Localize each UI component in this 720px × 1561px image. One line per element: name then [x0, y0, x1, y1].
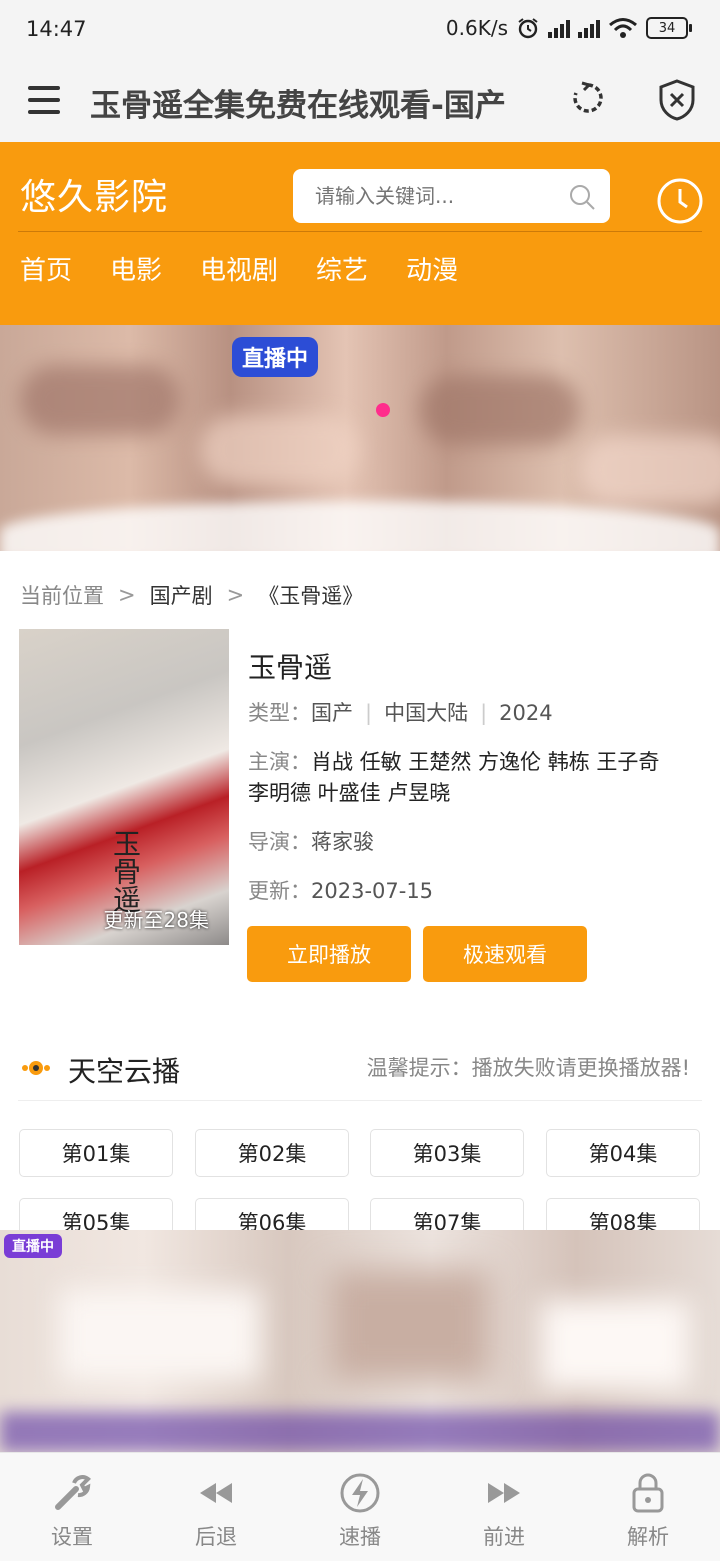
episode-button[interactable]: 第01集 — [19, 1129, 173, 1177]
director-value: 蒋家骏 — [311, 830, 374, 854]
updated-value: 2023-07-15 — [311, 879, 434, 903]
status-bar: 14:47 0.6K/s 34 — [0, 0, 720, 62]
shield-close-icon[interactable] — [656, 78, 698, 122]
hd-signal-icon — [578, 18, 600, 38]
episode-button[interactable]: 第02集 — [195, 1129, 349, 1177]
poster-calligraphy: 玉骨遥 — [109, 829, 142, 913]
toolbar-forward[interactable]: 前进 — [432, 1453, 576, 1561]
episode-button[interactable]: 第03集 — [370, 1129, 524, 1177]
source-dots-icon — [22, 1061, 50, 1075]
header-divider — [18, 231, 702, 232]
show-title: 玉骨遥 — [248, 651, 333, 684]
updated-label: 更新： — [248, 879, 311, 903]
nav-item-home[interactable]: 首页 — [20, 250, 72, 287]
poster-image[interactable]: 玉骨遥 更新至28集 — [19, 629, 229, 945]
page-title[interactable]: 玉骨遥全集免费在线观看-国产 — [90, 80, 550, 125]
episode-button[interactable]: 第04集 — [546, 1129, 700, 1177]
toolbar-label: 前进 — [483, 1525, 525, 1549]
forward-icon — [488, 1483, 520, 1503]
hd-signal-icon — [548, 18, 570, 38]
status-time: 14:47 — [26, 17, 87, 41]
search-icon[interactable] — [568, 183, 596, 211]
wifi-icon — [609, 18, 637, 38]
toolbar-label: 解析 — [627, 1525, 669, 1549]
live-badge: 直播中 — [232, 337, 319, 377]
top-ad-banner[interactable]: 直播中 — [0, 325, 720, 551]
history-clock-icon[interactable] — [656, 177, 704, 225]
breadcrumb-category[interactable]: 国产剧 — [150, 580, 213, 610]
menu-icon[interactable] — [28, 86, 60, 114]
back-icon — [200, 1483, 232, 1503]
updated-row: 更新：2023-07-15 — [248, 876, 433, 907]
site-header: 悠久影院 首页 电影 电视剧 综艺 动漫 — [0, 142, 720, 325]
toolbar-speed-play[interactable]: 速播 — [288, 1453, 432, 1561]
section-divider — [18, 1100, 702, 1101]
nav-item-variety[interactable]: 综艺 — [316, 250, 368, 287]
type-label: 类型： — [248, 701, 311, 725]
alarm-icon — [518, 18, 538, 39]
fast-watch-button[interactable]: 极速观看 — [423, 926, 587, 982]
breadcrumb: 当前位置 > 国产剧 > 《玉骨遥》 — [20, 580, 363, 610]
region-value: 中国大陆 — [384, 701, 469, 725]
reload-icon[interactable] — [570, 80, 606, 116]
battery-icon: 34 — [646, 17, 692, 39]
nav-item-anime[interactable]: 动漫 — [406, 250, 458, 287]
nav-item-movies[interactable]: 电影 — [110, 250, 162, 287]
director-label: 导演： — [248, 830, 311, 854]
type-value: 国产 — [311, 701, 353, 725]
toolbar-label: 后退 — [195, 1525, 237, 1549]
browser-bar: 玉骨遥全集免费在线观看-国产 — [0, 62, 720, 142]
nav-item-tv[interactable]: 电视剧 — [200, 250, 278, 287]
toolbar-label: 速播 — [339, 1525, 381, 1549]
cast-label: 主演： — [248, 750, 311, 774]
breadcrumb-label: 当前位置 — [20, 584, 104, 608]
poster-update-label: 更新至28集 — [103, 908, 209, 932]
chevron-right-icon: > — [226, 583, 245, 607]
network-speed: 0.6K/s — [445, 16, 508, 40]
cast-row: 主演：肖战 任敏 王楚然 方逸伦 韩栋 王子奇 李明德 叶盛佳 卢昱晓 — [248, 747, 668, 809]
search-input[interactable] — [313, 183, 557, 209]
lightning-icon — [340, 1473, 380, 1513]
year-value: 2024 — [499, 701, 553, 725]
status-icons: 0.6K/s 34 — [445, 16, 692, 40]
bottom-toolbar: 设置 后退 速播 前进 解析 — [0, 1452, 720, 1561]
bottom-ad-banner[interactable]: 直播中 — [0, 1230, 720, 1452]
toolbar-label: 设置 — [51, 1525, 93, 1549]
search-box[interactable] — [293, 169, 610, 223]
source-title: 天空云播 — [68, 1055, 181, 1088]
site-logo[interactable]: 悠久影院 — [20, 168, 168, 220]
toolbar-parse[interactable]: 解析 — [576, 1453, 720, 1561]
main-nav: 首页 电影 电视剧 综艺 动漫 — [20, 250, 496, 287]
lock-icon — [632, 1473, 664, 1513]
chevron-right-icon: > — [118, 583, 136, 607]
play-now-button[interactable]: 立即播放 — [247, 926, 411, 982]
toolbar-back[interactable]: 后退 — [144, 1453, 288, 1561]
director-row: 导演：蒋家骏 — [248, 827, 374, 858]
toolbar-settings[interactable]: 设置 — [0, 1453, 144, 1561]
wrench-icon — [55, 1475, 92, 1510]
source-hint: 温馨提示：播放失败请更换播放器! — [366, 1056, 690, 1080]
live-badge: 直播中 — [4, 1234, 62, 1258]
breadcrumb-current: 《玉骨遥》 — [258, 584, 364, 608]
type-row: 类型：国产 | 中国大陆 | 2024 — [248, 701, 553, 725]
